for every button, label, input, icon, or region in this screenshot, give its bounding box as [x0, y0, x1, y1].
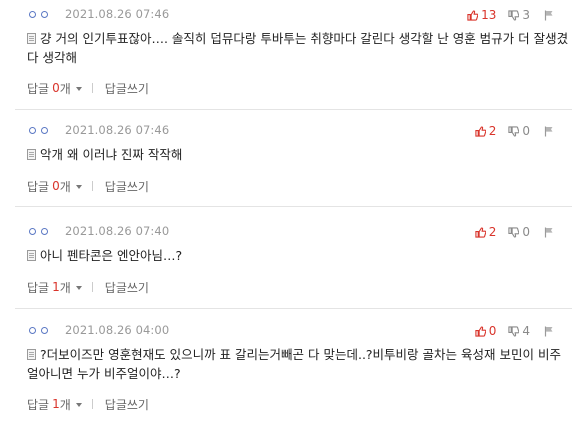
thumbs-up-icon: [475, 325, 486, 337]
vote-area: 0 4: [475, 323, 554, 339]
comment-actions: 답글 1개 답글쓰기: [15, 396, 572, 412]
reply-toggle[interactable]: 답글 0개: [27, 80, 82, 97]
upvote-count: 2: [488, 225, 497, 239]
anonymous-user-icon: [27, 324, 57, 336]
comment-divider: [15, 206, 572, 207]
comment-text: 악개 왜 이러냐 진짜 작작해: [40, 147, 183, 162]
comment-meta: 2021.08.26 07:46 2 0: [15, 123, 572, 139]
reply-label: 답글: [27, 280, 50, 295]
comment-body: 걍 거의 인기투표잖아…. 솔직히 덥뮤다랑 투바투는 취향마다 갈린다 생각할…: [15, 29, 572, 67]
comment-divider: [15, 109, 572, 110]
downvote-button[interactable]: 0: [508, 225, 530, 239]
comment-item: 2021.08.26 04:00 0 4 ?더보이즈만 영훈현재도 있으니까 표…: [15, 323, 572, 412]
comment-body: 악개 왜 이러냐 진짜 작작해: [15, 145, 572, 164]
downvote-button[interactable]: 4: [508, 324, 530, 338]
anonymous-user-icon: [27, 124, 57, 136]
write-reply-link[interactable]: 답글쓰기: [105, 396, 149, 413]
upvote-count: 2: [488, 124, 497, 138]
reply-toggle[interactable]: 답글 1개: [27, 279, 82, 296]
report-icon[interactable]: [544, 326, 554, 337]
upvote-button[interactable]: 2: [475, 124, 497, 138]
write-reply-link[interactable]: 답글쓰기: [105, 80, 149, 97]
comment-actions: 답글 0개 답글쓰기: [15, 80, 572, 96]
comment-date: 2021.08.26 07:46: [65, 123, 170, 137]
action-separator: [91, 282, 93, 292]
comment-actions: 답글 1개 답글쓰기: [15, 279, 572, 295]
thumbs-down-icon: [508, 226, 520, 238]
upvote-count: 0: [488, 324, 497, 338]
comment-item: 2021.08.26 07:46 13 3 걍 거의 인기투표잖아…. 솔직히 …: [15, 7, 572, 96]
write-reply-link[interactable]: 답글쓰기: [105, 178, 149, 195]
report-icon[interactable]: [544, 10, 554, 21]
action-separator: [91, 181, 93, 191]
comment-item: 2021.08.26 07:46 2 0 악개 왜 이러냐 진짜 작작해 답글 …: [15, 123, 572, 194]
comment-item: 2021.08.26 07:40 2 0 아니 펜타콘은 엔안아님…? 답글 1…: [15, 224, 572, 295]
caret-down-icon: [75, 86, 82, 91]
comment-body: 아니 펜타콘은 엔안아님…?: [15, 246, 572, 265]
downvote-count: 3: [522, 8, 530, 22]
anonymous-user-icon: [27, 8, 57, 20]
comment-date: 2021.08.26 04:00: [65, 323, 170, 337]
reply-unit: 개: [59, 397, 71, 412]
reply-label: 답글: [27, 179, 50, 194]
document-icon: [27, 149, 36, 160]
thumbs-up-icon: [475, 226, 486, 238]
comment-text: 걍 거의 인기투표잖아…. 솔직히 덥뮤다랑 투바투는 취향마다 갈린다 생각할…: [27, 31, 569, 65]
comment-text: 아니 펜타콘은 엔안아님…?: [40, 248, 183, 263]
downvote-count: 0: [522, 225, 530, 239]
reply-unit: 개: [59, 179, 71, 194]
document-icon: [27, 250, 36, 261]
upvote-count: 13: [481, 8, 497, 22]
upvote-button[interactable]: 0: [475, 324, 497, 338]
vote-area: 2 0: [475, 224, 554, 240]
action-separator: [91, 83, 93, 93]
comment-body: ?더보이즈만 영훈현재도 있으니까 표 갈리는거빼곤 다 맞는데..?비투비랑 …: [15, 345, 572, 383]
thumbs-up-icon: [467, 9, 479, 21]
comment-actions: 답글 0개 답글쓰기: [15, 178, 572, 194]
comment-divider: [15, 308, 572, 309]
reply-label: 답글: [27, 81, 50, 96]
upvote-button[interactable]: 2: [475, 225, 497, 239]
thumbs-down-icon: [508, 125, 520, 137]
reply-count: 0: [52, 81, 60, 95]
write-reply-link[interactable]: 답글쓰기: [105, 279, 149, 296]
caret-down-icon: [75, 285, 82, 290]
reply-unit: 개: [59, 280, 71, 295]
thumbs-down-icon: [508, 325, 520, 337]
comment-meta: 2021.08.26 04:00 0 4: [15, 323, 572, 339]
comment-date: 2021.08.26 07:46: [65, 7, 170, 21]
comment-list: 2021.08.26 07:46 13 3 걍 거의 인기투표잖아…. 솔직히 …: [0, 0, 587, 426]
reply-count: 1: [52, 397, 60, 411]
comment-date: 2021.08.26 07:40: [65, 224, 170, 238]
caret-down-icon: [75, 184, 82, 189]
downvote-button[interactable]: 3: [508, 8, 530, 22]
downvote-button[interactable]: 0: [508, 124, 530, 138]
reply-label: 답글: [27, 397, 50, 412]
upvote-button[interactable]: 13: [467, 8, 496, 22]
comment-meta: 2021.08.26 07:40 2 0: [15, 224, 572, 240]
document-icon: [27, 33, 36, 44]
thumbs-up-icon: [475, 125, 486, 137]
reply-unit: 개: [59, 81, 71, 96]
anonymous-user-icon: [27, 225, 57, 237]
reply-count: 0: [52, 179, 60, 193]
thumbs-down-icon: [508, 9, 520, 21]
caret-down-icon: [75, 402, 82, 407]
downvote-count: 0: [522, 124, 530, 138]
vote-area: 13 3: [467, 7, 554, 23]
reply-toggle[interactable]: 답글 0개: [27, 178, 82, 195]
reply-toggle[interactable]: 답글 1개: [27, 396, 82, 413]
report-icon[interactable]: [544, 126, 554, 137]
report-icon[interactable]: [544, 227, 554, 238]
action-separator: [91, 399, 93, 409]
vote-area: 2 0: [475, 123, 554, 139]
comment-text: ?더보이즈만 영훈현재도 있으니까 표 갈리는거빼곤 다 맞는데..?비투비랑 …: [27, 347, 561, 381]
downvote-count: 4: [522, 324, 530, 338]
comment-meta: 2021.08.26 07:46 13 3: [15, 7, 572, 23]
document-icon: [27, 349, 36, 360]
reply-count: 1: [52, 280, 60, 294]
